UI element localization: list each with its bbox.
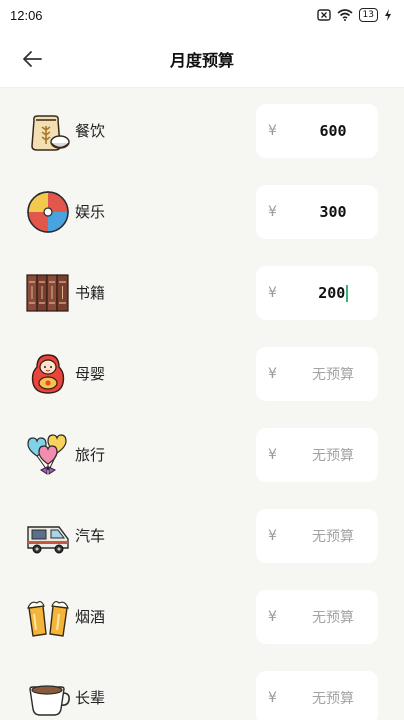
budget-amount: 无预算 <box>312 366 354 383</box>
budget-amount: 无预算 <box>312 690 354 707</box>
category-label: 书籍 <box>75 284 106 302</box>
books-icon <box>25 270 71 316</box>
page-title: 月度预算 <box>169 50 234 70</box>
budget-amount: 600 <box>319 121 347 140</box>
budget-amount: 无预算 <box>312 447 354 464</box>
budget-row-entertainment: 娱乐 ¥ 300 <box>0 171 404 252</box>
budget-row-travel: 旅行 ¥ 无预算 <box>0 414 404 495</box>
status-icons: 13 <box>316 8 392 22</box>
currency-symbol: ¥ <box>268 122 277 139</box>
budget-input-elders[interactable]: ¥ 无预算 <box>256 670 378 720</box>
rice-sack-icon <box>25 108 71 154</box>
category-label: 烟酒 <box>75 608 106 626</box>
budget-amount: 200 <box>318 283 346 302</box>
category-label: 娱乐 <box>75 203 106 221</box>
budget-input-tobacco-alcohol[interactable]: ¥ 无预算 <box>256 589 378 644</box>
heart-balloons-icon <box>25 432 71 478</box>
currency-symbol: ¥ <box>268 608 277 625</box>
doll-icon <box>25 351 71 397</box>
budget-row-elders: 长辈 ¥ 无预算 <box>0 657 404 720</box>
budget-row-dining: 餐饮 ¥ 600 <box>0 90 404 171</box>
battery-icon: 13 <box>358 8 378 22</box>
budget-row-mother-baby: 母婴 ¥ 无预算 <box>0 333 404 414</box>
charging-bolt-icon <box>384 9 392 21</box>
currency-symbol: ¥ <box>268 527 277 544</box>
budget-row-car: 汽车 ¥ 无预算 <box>0 495 404 576</box>
budget-list: 餐饮 ¥ 600 娱乐 ¥ 300 书籍 ¥ 200 母婴 ¥ 无预算 旅行 ¥… <box>0 88 404 720</box>
sim-card-icon <box>316 9 331 21</box>
budget-input-entertainment[interactable]: ¥ 300 <box>256 184 378 239</box>
beer-mugs-icon <box>25 594 71 640</box>
camper-van-icon <box>25 513 71 559</box>
budget-input-mother-baby[interactable]: ¥ 无预算 <box>256 346 378 401</box>
currency-symbol: ¥ <box>268 446 277 463</box>
text-caret <box>346 284 348 302</box>
currency-symbol: ¥ <box>268 689 277 706</box>
category-label: 汽车 <box>75 527 106 545</box>
budget-input-books[interactable]: ¥ 200 <box>256 265 378 320</box>
budget-amount: 无预算 <box>312 609 354 626</box>
category-label: 母婴 <box>75 365 106 383</box>
currency-symbol: ¥ <box>268 365 277 382</box>
category-label: 旅行 <box>75 446 106 464</box>
budget-amount: 300 <box>319 202 347 221</box>
back-button[interactable] <box>12 39 52 79</box>
battery-level: 13 <box>362 9 374 20</box>
currency-symbol: ¥ <box>268 284 277 301</box>
header: 月度预算 <box>0 30 404 88</box>
budget-row-books: 书籍 ¥ 200 <box>0 252 404 333</box>
currency-symbol: ¥ <box>268 203 277 220</box>
budget-row-tobacco-alcohol: 烟酒 ¥ 无预算 <box>0 576 404 657</box>
status-time: 12:06 <box>10 7 43 23</box>
arrow-left-icon <box>23 50 42 67</box>
wifi-icon <box>337 9 353 21</box>
budget-amount-active: 200 <box>296 284 370 302</box>
coffee-cup-icon <box>25 675 71 720</box>
budget-input-dining[interactable]: ¥ 600 <box>256 103 378 158</box>
category-label: 长辈 <box>75 689 106 707</box>
status-bar: 12:06 13 <box>0 0 404 30</box>
budget-input-travel[interactable]: ¥ 无预算 <box>256 427 378 482</box>
budget-input-car[interactable]: ¥ 无预算 <box>256 508 378 563</box>
category-label: 餐饮 <box>75 122 106 140</box>
budget-amount: 无预算 <box>312 528 354 545</box>
beach-ball-icon <box>25 189 71 235</box>
